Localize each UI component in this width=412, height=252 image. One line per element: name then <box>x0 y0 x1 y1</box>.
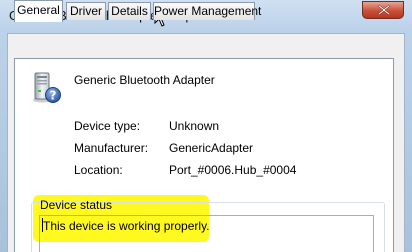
manufacturer-value: GenericAdapter <box>169 141 254 155</box>
properties-window: Generic Bluetooth Adapter Properties Gen… <box>0 0 412 252</box>
svg-text:?: ? <box>50 89 57 103</box>
device-type-label: Device type: <box>74 119 141 133</box>
tab-power-management[interactable]: Power Management <box>153 2 261 20</box>
device-name: Generic Bluetooth Adapter <box>74 73 215 87</box>
device-status-text: This device is working properly. <box>43 219 210 233</box>
device-type-value: Unknown <box>169 119 220 133</box>
text-caret <box>42 218 43 232</box>
location-value: Port_#0006.Hub_#0004 <box>169 163 297 177</box>
device-status-label: Device status <box>40 198 113 212</box>
tab-driver[interactable]: Driver <box>66 2 106 20</box>
close-icon <box>378 5 390 15</box>
location-label: Location: <box>74 163 123 177</box>
bluetooth-device-unknown-icon: ? <box>33 72 61 103</box>
tab-details[interactable]: Details <box>108 2 151 20</box>
tab-general[interactable]: General <box>14 0 63 22</box>
close-button[interactable] <box>362 1 404 19</box>
manufacturer-label: Manufacturer: <box>74 141 149 155</box>
